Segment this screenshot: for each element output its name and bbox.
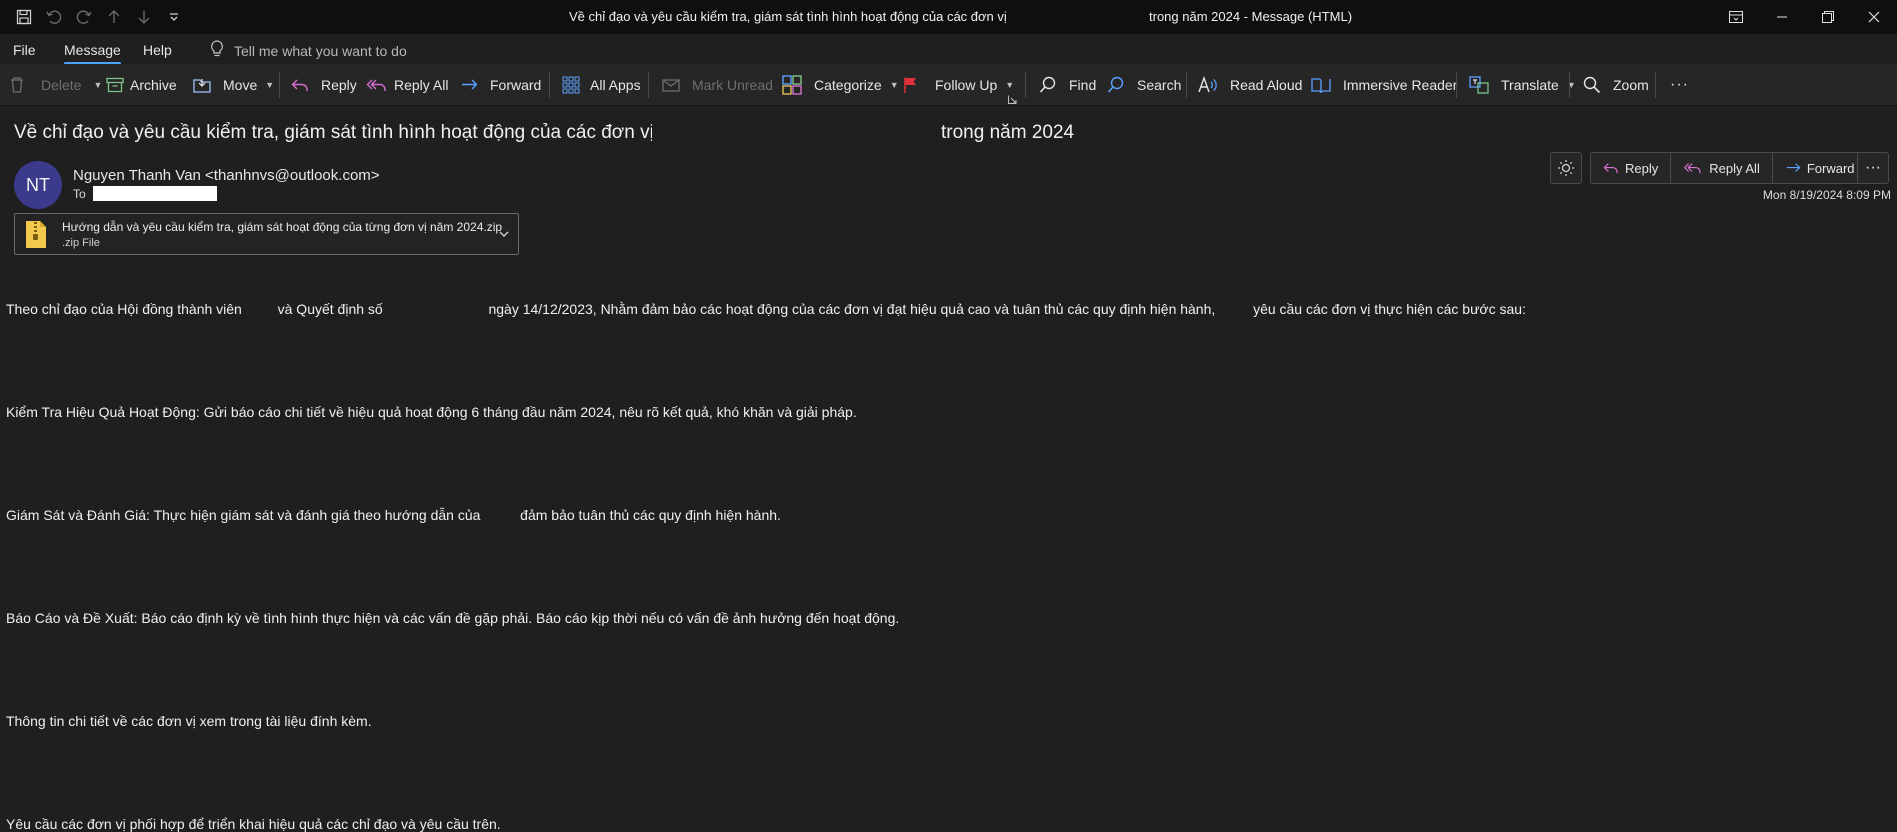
follow-up-button[interactable]: Follow Up ▼ — [903, 73, 1014, 97]
window-controls — [1713, 0, 1897, 34]
move-button[interactable]: Move ▼ — [193, 73, 274, 97]
message-datetime: Mon 8/19/2024 8:09 PM — [1762, 188, 1891, 202]
sender-name[interactable]: Nguyen Thanh Van <thanhnvs@outlook.com> — [73, 167, 380, 184]
zip-file-icon — [26, 221, 46, 248]
reply-icon — [1603, 163, 1618, 174]
reply-all-button[interactable]: Reply All — [366, 73, 448, 97]
read-aloud-button[interactable]: Read Aloud — [1198, 73, 1302, 97]
body-paragraph: Theo chỉ đạo của Hội đồng thành viên và … — [6, 301, 1526, 317]
envelope-icon — [662, 79, 680, 92]
find-button[interactable]: Find — [1039, 73, 1096, 97]
up-icon[interactable] — [102, 7, 126, 27]
mark-unread-button[interactable]: Mark Unread — [662, 73, 773, 97]
move-icon — [193, 79, 211, 93]
attachment-type: .zip File — [62, 237, 100, 249]
translate-button[interactable]: Translate ▼ — [1469, 73, 1576, 97]
all-apps-button[interactable]: All Apps — [562, 73, 641, 97]
attachment-card[interactable]: Hướng dẫn và yêu cầu kiểm tra, giám sát … — [14, 213, 519, 255]
menu-bar: File Message Help Tell me what you want … — [0, 34, 1897, 65]
reply-actions: Reply Reply All Forward — [1590, 152, 1868, 184]
inline-reply-button[interactable]: Reply — [1591, 153, 1672, 183]
body-paragraph: Thông tin chi tiết về các đơn vị xem tro… — [6, 713, 372, 729]
more-commands-button[interactable]: ··· — [1670, 73, 1689, 97]
lightbulb-icon — [210, 40, 224, 61]
immersive-reader-button[interactable]: Immersive Reader — [1311, 73, 1457, 97]
read-aloud-icon — [1198, 76, 1217, 93]
find-icon — [1039, 76, 1056, 93]
tab-file[interactable]: File — [13, 42, 36, 58]
dialog-launcher-icon[interactable] — [1008, 91, 1017, 104]
forward-icon — [462, 79, 478, 90]
light-mode-toggle[interactable] — [1550, 152, 1582, 184]
window-title: Về chỉ đạo và yêu cầu kiểm tra, giám sát… — [569, 9, 1007, 24]
redacted-area — [652, 120, 942, 148]
down-icon[interactable] — [132, 7, 156, 27]
attachment-name: Hướng dẫn và yêu cầu kiểm tra, giám sát … — [62, 220, 503, 234]
apps-grid-icon — [562, 76, 580, 94]
forward-icon — [1786, 163, 1801, 172]
sun-icon — [1558, 160, 1574, 176]
categorize-icon — [782, 75, 802, 95]
chevron-down-icon[interactable] — [498, 227, 510, 245]
archive-icon — [106, 77, 124, 93]
save-icon[interactable] — [12, 7, 36, 27]
to-label: To — [73, 187, 86, 201]
reply-all-icon — [1684, 163, 1701, 174]
quick-access-toolbar — [12, 7, 186, 27]
minimize-icon[interactable] — [1759, 0, 1805, 34]
ribbon-toolbar: Delete ▼ Archive Move ▼ Reply Reply All … — [0, 64, 1897, 106]
body-paragraph: Yêu cầu các đơn vị phối hợp để triển kha… — [6, 816, 501, 832]
reply-icon — [291, 79, 308, 91]
avatar[interactable]: NT — [14, 161, 62, 209]
tell-me-placeholder: Tell me what you want to do — [234, 42, 407, 59]
reply-all-icon — [366, 79, 386, 91]
zoom-icon — [1583, 76, 1601, 94]
reply-button[interactable]: Reply — [291, 73, 357, 97]
categorize-button[interactable]: Categorize ▼ — [782, 73, 899, 97]
undo-icon[interactable] — [42, 7, 66, 27]
more-actions-button[interactable]: ··· — [1857, 152, 1889, 184]
body-paragraph: Giám Sát và Đánh Giá: Thực hiện giám sát… — [6, 507, 781, 523]
tab-message[interactable]: Message — [64, 42, 121, 65]
message-subject: Về chỉ đạo và yêu cầu kiểm tra, giám sát… — [14, 122, 654, 143]
immersive-reader-icon — [1311, 78, 1331, 94]
ribbon-display-icon[interactable] — [1713, 0, 1759, 34]
title-bar: Về chỉ đạo và yêu cầu kiểm tra, giám sát… — [0, 0, 1897, 34]
redacted-recipient — [93, 186, 217, 201]
archive-button[interactable]: Archive — [106, 73, 177, 97]
tab-help[interactable]: Help — [143, 42, 172, 58]
tell-me-search[interactable]: Tell me what you want to do — [210, 40, 407, 61]
inline-reply-all-button[interactable]: Reply All — [1671, 153, 1773, 183]
search-button[interactable]: Search — [1107, 73, 1181, 97]
trash-icon — [11, 77, 23, 93]
window-title-suffix: trong năm 2024 - Message (HTML) — [1149, 9, 1353, 24]
message-subject-suffix: trong năm 2024 — [941, 122, 1075, 143]
flag-icon — [904, 77, 916, 93]
close-icon[interactable] — [1851, 0, 1897, 34]
search-icon — [1107, 76, 1124, 93]
restore-icon[interactable] — [1805, 0, 1851, 34]
customize-icon[interactable] — [162, 7, 186, 27]
inline-forward-button[interactable]: Forward — [1773, 153, 1867, 183]
delete-button[interactable]: Delete ▼ — [9, 73, 102, 97]
zoom-button[interactable]: Zoom — [1583, 73, 1649, 97]
forward-button[interactable]: Forward — [460, 73, 541, 97]
redo-icon[interactable] — [72, 7, 96, 27]
body-paragraph: Báo Cáo và Đề Xuất: Báo cáo định kỳ về t… — [6, 610, 900, 626]
translate-icon — [1469, 76, 1489, 94]
body-paragraph: Kiểm Tra Hiệu Quả Hoạt Động: Gửi báo cáo… — [6, 404, 857, 420]
